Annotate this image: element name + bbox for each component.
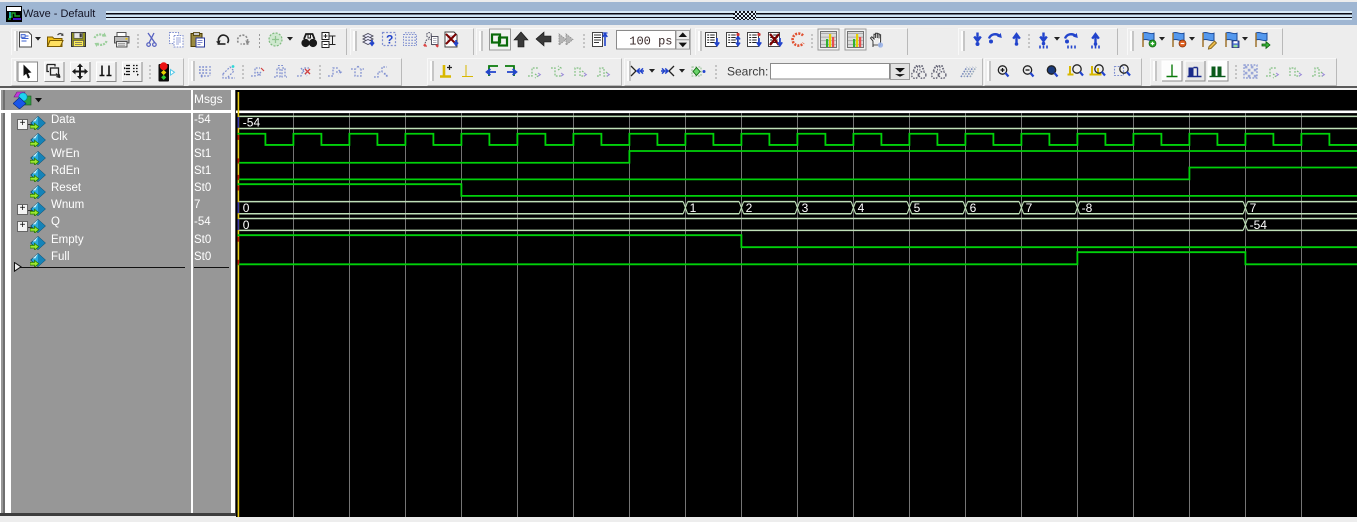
svg-text:100 ps: 100 ps (629, 35, 672, 49)
svg-text:2: 2 (746, 201, 753, 215)
svg-text:-54: -54 (1250, 218, 1268, 232)
svg-text:0: 0 (243, 218, 250, 232)
svg-text:?: ? (386, 33, 393, 47)
svg-text:0: 0 (243, 201, 250, 215)
svg-text:-8: -8 (1082, 201, 1093, 215)
svg-text:7: 7 (1026, 201, 1033, 215)
svg-text:Search:: Search: (727, 65, 768, 79)
svg-text:3: 3 (802, 201, 809, 215)
svg-text:1: 1 (690, 201, 697, 215)
svg-text:7: 7 (1250, 201, 1257, 215)
svg-text:-54: -54 (243, 116, 261, 130)
svg-text:5: 5 (914, 201, 921, 215)
svg-text:6: 6 (970, 201, 977, 215)
svg-text:4: 4 (858, 201, 865, 215)
